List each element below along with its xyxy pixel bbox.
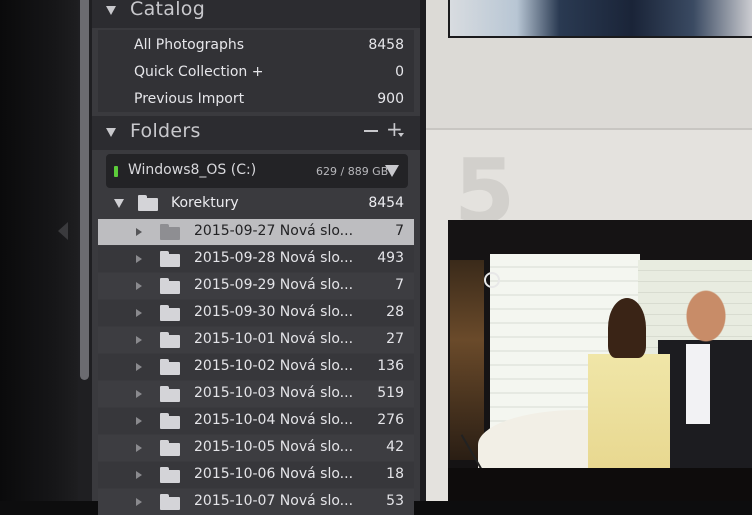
subfolder-row[interactable]: 2015-10-05 Nová slo... 42 xyxy=(98,435,414,461)
catalog-item-label: Quick Collection + xyxy=(134,64,264,80)
expand-arrow-icon[interactable] xyxy=(136,471,142,479)
disclosure-triangle-icon[interactable] xyxy=(114,199,124,208)
subfolder-label: 2015-09-27 Nová slo... xyxy=(194,223,354,239)
subfolder-count: 7 xyxy=(395,223,404,239)
grid-view: 5 xyxy=(426,0,752,501)
expand-arrow-icon[interactable] xyxy=(136,390,142,398)
subfolder-label: 2015-10-03 Nová slo... xyxy=(194,385,354,401)
folder-icon xyxy=(160,494,180,510)
catalog-item-quick-collection[interactable]: Quick Collection + 0 xyxy=(98,59,414,85)
expand-arrow-icon[interactable] xyxy=(136,336,142,344)
volume-size: 629 / 889 GB xyxy=(316,165,389,178)
folder-icon xyxy=(160,305,180,321)
subfolder-row[interactable]: 2015-09-28 Nová slo... 493 xyxy=(98,246,414,272)
subfolder-row[interactable]: 2015-10-07 Nová slo... 53 xyxy=(98,489,414,515)
plus-icon: + xyxy=(386,117,403,141)
subfolder-label: 2015-10-02 Nová slo... xyxy=(194,358,354,374)
photo-detail xyxy=(686,344,710,424)
subfolder-count: 28 xyxy=(386,304,404,320)
catalog-title: Catalog xyxy=(130,0,206,20)
expand-arrow-icon[interactable] xyxy=(136,498,142,506)
subfolder-count: 136 xyxy=(377,358,404,374)
folder-icon xyxy=(160,359,180,375)
expand-arrow-icon[interactable] xyxy=(136,363,142,371)
expand-arrow-icon[interactable] xyxy=(136,417,142,425)
volume-collapse-icon[interactable] xyxy=(385,165,399,177)
catalog-item-all-photographs[interactable]: All Photographs 8458 xyxy=(98,32,414,58)
subfolder-label: 2015-09-30 Nová slo... xyxy=(194,304,354,320)
folder-icon xyxy=(138,195,158,211)
subfolder-label: 2015-10-07 Nová slo... xyxy=(194,493,354,509)
dropdown-arrow-icon xyxy=(398,133,404,137)
folder-icon xyxy=(160,440,180,456)
subfolder-count: 7 xyxy=(395,277,404,293)
left-module-edge xyxy=(0,0,78,501)
folder-count: 8454 xyxy=(368,195,404,211)
subfolder-row[interactable]: 2015-10-01 Nová slo... 27 xyxy=(98,327,414,353)
expand-arrow-icon[interactable] xyxy=(136,228,142,236)
expand-arrow-icon[interactable] xyxy=(136,255,142,263)
catalog-item-label: Previous Import xyxy=(134,91,245,107)
subfolder-count: 519 xyxy=(377,385,404,401)
remove-folder-button[interactable] xyxy=(364,130,378,132)
folder-icon xyxy=(160,251,180,267)
expand-arrow-icon[interactable] xyxy=(136,309,142,317)
folder-icon xyxy=(160,278,180,294)
subfolder-row[interactable]: 2015-09-27 Nová slo... 7 xyxy=(98,219,414,245)
folder-icon xyxy=(160,386,180,402)
folders-title: Folders xyxy=(130,120,201,142)
catalog-header[interactable]: Catalog xyxy=(92,0,420,28)
add-folder-button[interactable]: + xyxy=(386,117,404,141)
subfolder-count: 42 xyxy=(386,439,404,455)
folder-icon xyxy=(160,467,180,483)
photo-detail xyxy=(448,468,752,501)
grid-cell[interactable]: 5 xyxy=(426,130,752,501)
photo-thumbnail[interactable] xyxy=(448,220,752,501)
folder-icon xyxy=(160,413,180,429)
volume-bar[interactable]: Windows8_OS (C:) 629 / 889 GB xyxy=(106,154,408,188)
disclosure-triangle-icon[interactable] xyxy=(106,6,116,15)
subfolder-label: 2015-10-06 Nová slo... xyxy=(194,466,354,482)
disclosure-triangle-icon[interactable] xyxy=(106,128,116,137)
subfolder-row[interactable]: 2015-10-04 Nová slo... 276 xyxy=(98,408,414,434)
scrollbar-thumb[interactable] xyxy=(80,0,89,380)
subfolder-count: 493 xyxy=(377,250,404,266)
folder-label: Korektury xyxy=(171,195,239,211)
subfolder-label: 2015-10-01 Nová slo... xyxy=(194,331,354,347)
subfolder-count: 53 xyxy=(386,493,404,509)
folder-korektury[interactable]: Korektury 8454 xyxy=(92,191,420,217)
folder-icon xyxy=(160,224,180,240)
catalog-item-count: 8458 xyxy=(368,37,404,53)
expand-arrow-icon[interactable] xyxy=(136,282,142,290)
subfolder-count: 18 xyxy=(386,466,404,482)
photo-detail xyxy=(450,260,484,460)
photo-detail xyxy=(608,298,646,358)
watermark-logo-icon xyxy=(484,272,500,288)
folder-icon xyxy=(160,332,180,348)
subfolder-count: 27 xyxy=(386,331,404,347)
catalog-item-label: All Photographs xyxy=(134,37,245,53)
subfolder-label: 2015-09-29 Nová slo... xyxy=(194,277,354,293)
catalog-item-count: 900 xyxy=(377,91,404,107)
subfolder-row[interactable]: 2015-09-30 Nová slo... 28 xyxy=(98,300,414,326)
subfolder-label: 2015-10-04 Nová slo... xyxy=(194,412,354,428)
grid-cell[interactable] xyxy=(426,0,752,130)
catalog-item-count: 0 xyxy=(395,64,404,80)
volume-name: Windows8_OS (C:) xyxy=(128,162,257,178)
expand-arrow-icon[interactable] xyxy=(136,444,142,452)
left-panel: Catalog All Photographs 8458 Quick Colle… xyxy=(92,0,420,515)
subfolder-row[interactable]: 2015-10-06 Nová slo... 18 xyxy=(98,462,414,488)
panel-collapse-arrow-icon[interactable] xyxy=(58,222,68,240)
subfolder-row[interactable]: 2015-09-29 Nová slo... 7 xyxy=(98,273,414,299)
folders-header[interactable]: Folders + xyxy=(92,116,420,150)
subfolder-label: 2015-10-05 Nová slo... xyxy=(194,439,354,455)
subfolder-row[interactable]: 2015-10-02 Nová slo... 136 xyxy=(98,354,414,380)
photo-thumbnail[interactable] xyxy=(448,0,752,38)
subfolder-label: 2015-09-28 Nová slo... xyxy=(194,250,354,266)
subfolder-row[interactable]: 2015-10-03 Nová slo... 519 xyxy=(98,381,414,407)
catalog-list: All Photographs 8458 Quick Collection + … xyxy=(98,30,414,112)
subfolder-count: 276 xyxy=(377,412,404,428)
volume-status-icon xyxy=(114,166,118,177)
catalog-item-previous-import[interactable]: Previous Import 900 xyxy=(98,86,414,112)
